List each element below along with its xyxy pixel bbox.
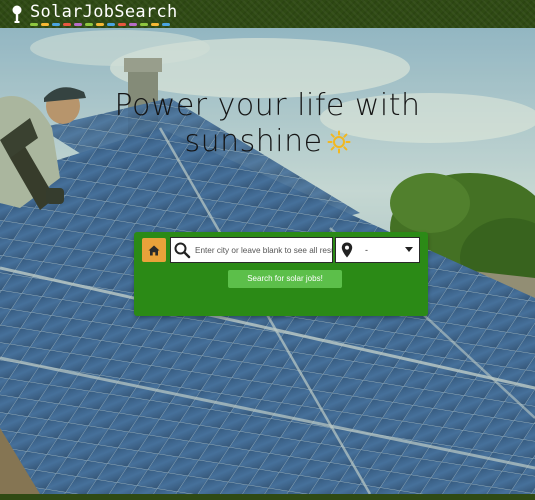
home-button[interactable]	[142, 238, 166, 262]
map-pin-icon	[341, 242, 353, 258]
logo-dot	[118, 23, 126, 26]
logo-dot	[41, 23, 49, 26]
footer-strip	[0, 494, 535, 500]
header-bar: SolarJobSearch	[0, 0, 535, 28]
site-logo[interactable]: SolarJobSearch	[10, 2, 178, 26]
logo-dot	[96, 23, 104, 26]
logo-text: SolarJobSearch	[30, 2, 178, 22]
location-select-value: -	[365, 245, 368, 255]
logo-dots	[30, 23, 178, 26]
logo-dot	[129, 23, 137, 26]
logo-dot	[74, 23, 82, 26]
logo-dot	[107, 23, 115, 26]
logo-dot	[52, 23, 60, 26]
search-icon	[174, 242, 191, 259]
hero-section: Power your life with sunshine Enter city…	[0, 28, 535, 494]
city-input[interactable]	[195, 239, 332, 261]
logo-dot	[63, 23, 71, 26]
logo-dot	[140, 23, 148, 26]
hero-title-line1: Power your life with	[114, 88, 421, 123]
search-panel: - Search for solar jobs!	[134, 232, 428, 316]
lightbulb-icon	[12, 5, 22, 23]
logo-dot	[85, 23, 93, 26]
hero-title: Power your life with sunshine	[0, 88, 535, 160]
hero-title-line2: sunshine	[184, 124, 323, 159]
chevron-down-icon	[405, 247, 413, 252]
logo-dot	[30, 23, 38, 26]
search-submit-button[interactable]: Search for solar jobs!	[228, 270, 342, 288]
location-select[interactable]: -	[335, 237, 420, 263]
logo-dot	[151, 23, 159, 26]
city-search-field[interactable]	[170, 237, 333, 263]
sun-icon	[327, 130, 351, 154]
home-icon	[148, 245, 160, 255]
logo-dot	[162, 23, 170, 26]
